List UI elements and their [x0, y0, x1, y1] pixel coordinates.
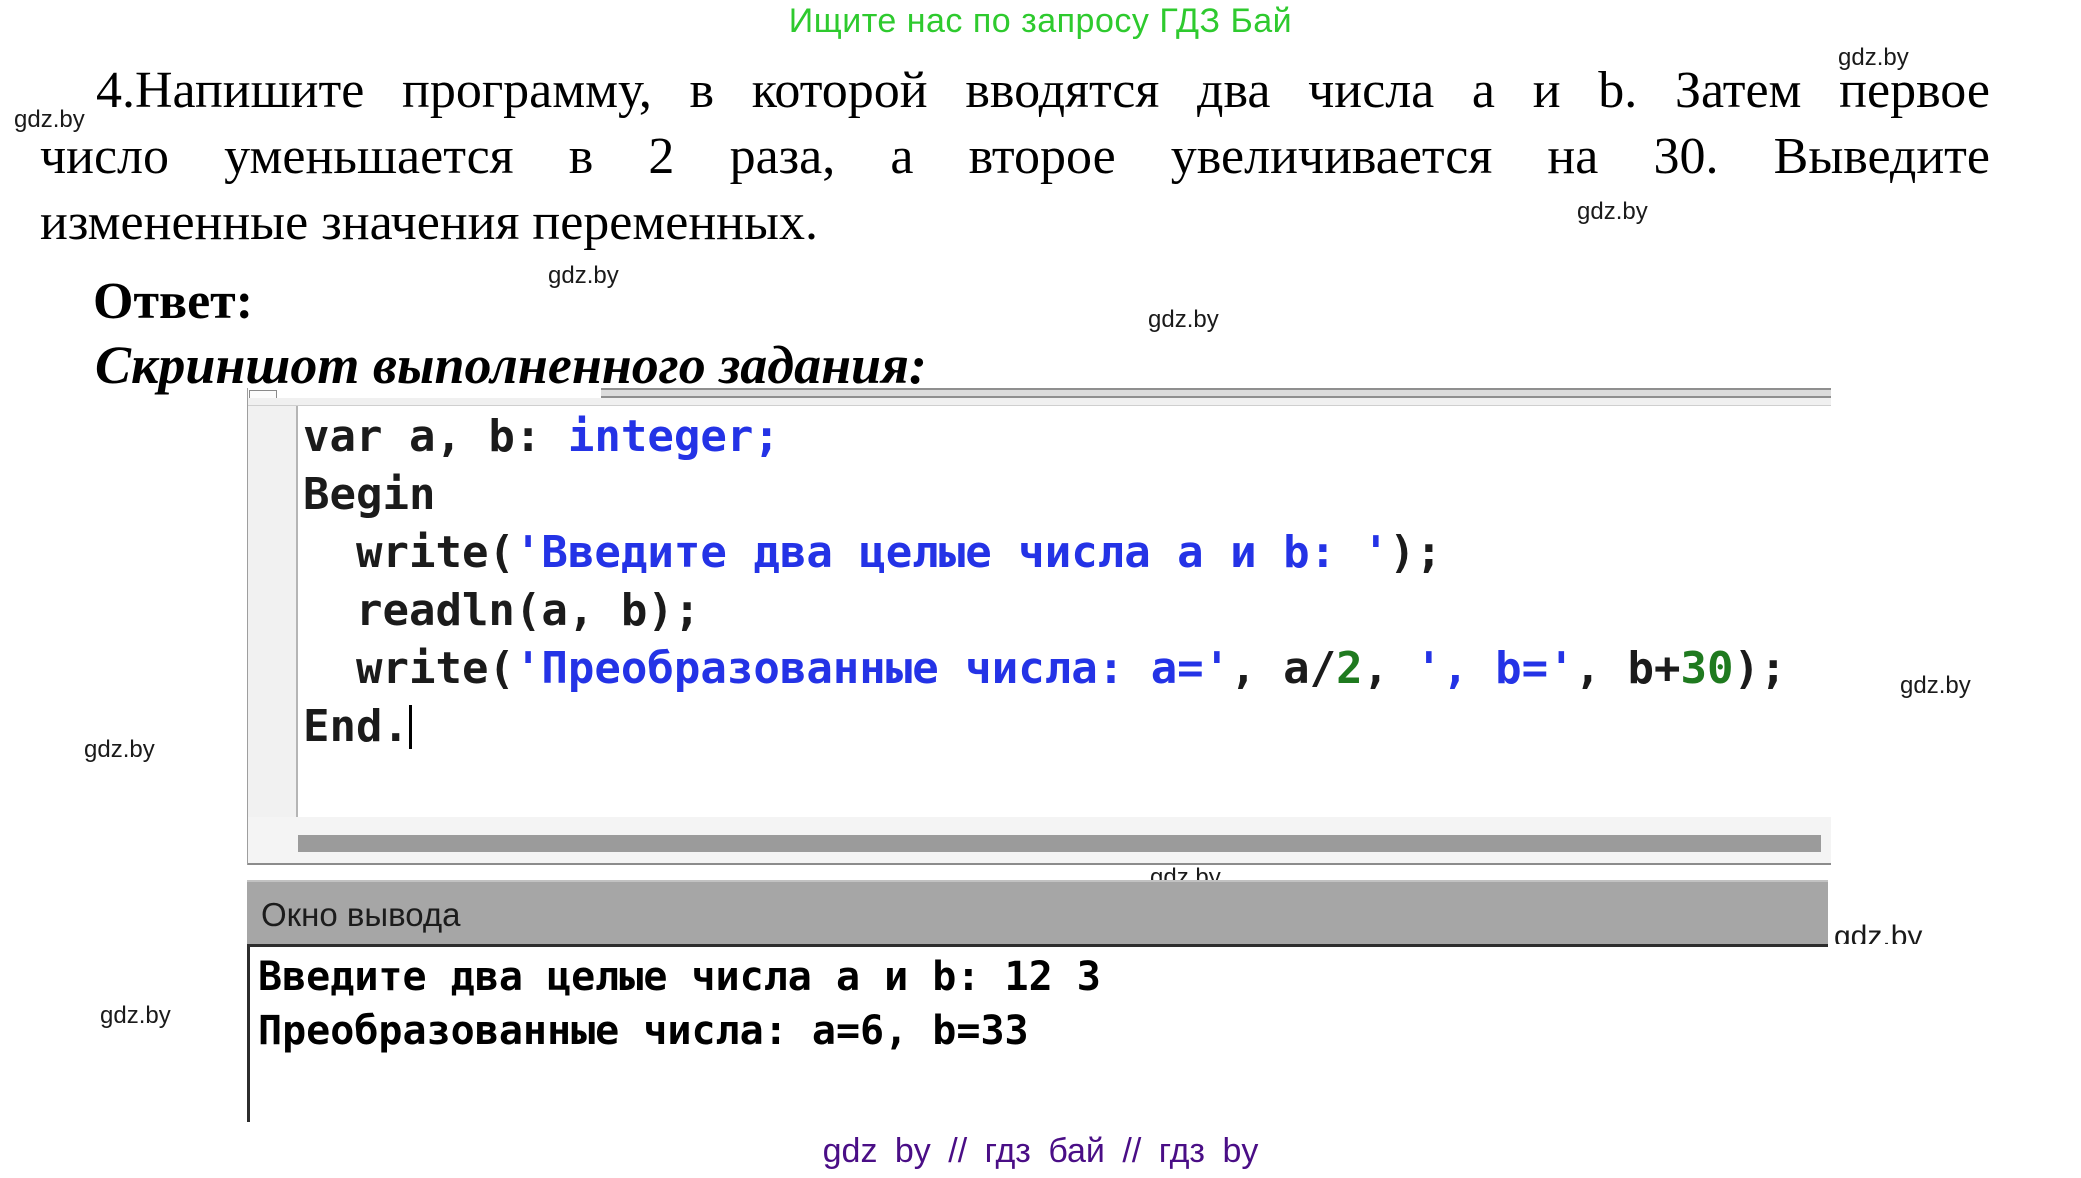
- code-line: readln(a, b);: [303, 585, 701, 636]
- editor-top-chrome: [248, 388, 1831, 406]
- watermark: gdz.by: [1900, 672, 1971, 699]
- output-window-title: Окно вывода: [261, 896, 461, 933]
- footer-text: gdz by // гдз бай // гдз by: [822, 1132, 1259, 1170]
- editor-gutter: [248, 406, 298, 817]
- code-line: Begin: [303, 469, 436, 520]
- screenshot-caption: Скриншот выполненного задания:: [95, 335, 927, 395]
- task-paragraph: 4.Напишите программу, в которой вводятся…: [40, 58, 1990, 256]
- answer-label: Ответ:: [93, 273, 254, 330]
- code-text: var a, b: integer; Begin write('Введите д…: [303, 408, 1787, 756]
- watermark: gdz.by: [548, 262, 619, 289]
- header-banner: Ищите нас по запросу ГДЗ Бай: [788, 2, 1293, 40]
- output-area: Введите два целые числа a и b: 12 3 Преоб…: [247, 944, 2081, 1122]
- editor-hscrollbar-track[interactable]: [248, 817, 1831, 865]
- editor-hscrollbar-thumb[interactable]: [298, 835, 1821, 852]
- code-line: var a, b: integer;: [303, 411, 780, 462]
- output-line: Введите два целые числа a и b: 12 3: [258, 954, 1101, 1000]
- editor-splitter-bar[interactable]: [601, 388, 1831, 398]
- task-line: измененные значения переменных.: [40, 194, 818, 251]
- code-editor-window: var a, b: integer; Begin write('Введите д…: [247, 388, 1831, 865]
- watermark: gdz.by: [84, 736, 155, 763]
- code-line: write('Введите два целые числа a и b: ')…: [303, 527, 1443, 578]
- editor-chrome-strip: [248, 398, 1831, 406]
- output-area-topline: [250, 944, 1828, 947]
- text-cursor: [408, 705, 412, 749]
- watermark: gdz.by: [100, 1002, 171, 1029]
- output-window-titlebar: Окно вывода: [247, 880, 1828, 948]
- code-area[interactable]: var a, b: integer; Begin write('Введите д…: [298, 406, 1831, 817]
- page: { "header": { "text": "Ищите нас по запр…: [0, 0, 2081, 1178]
- code-line: write('Преобразованные числа: a=', a/2, …: [303, 643, 1787, 694]
- watermark: gdz.by: [1148, 306, 1219, 333]
- editor-body: var a, b: integer; Begin write('Введите д…: [248, 406, 1831, 817]
- output-text: Введите два целые числа a и b: 12 3 Преоб…: [258, 950, 1101, 1058]
- task-line: число уменьшается в 2 раза, а второе уве…: [40, 128, 1990, 185]
- output-line: Преобразованные числа: a=6, b=33: [258, 1008, 1029, 1054]
- task-line: 4.Напишите программу, в которой вводятся…: [96, 62, 1990, 119]
- code-line: End.: [303, 698, 1787, 756]
